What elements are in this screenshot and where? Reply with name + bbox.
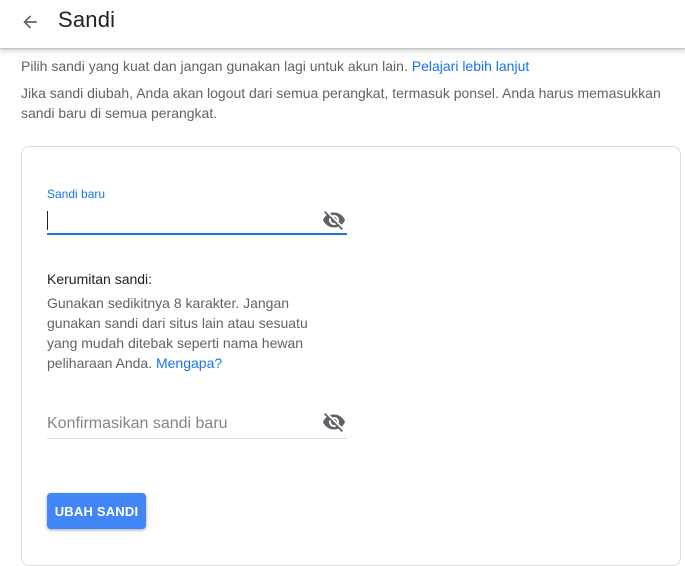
change-password-button[interactable]: UBAH SANDI — [47, 493, 146, 529]
toggle-confirm-password-visibility[interactable] — [321, 409, 347, 435]
intro-line-1-text: Pilih sandi yang kuat dan jangan gunakan… — [21, 58, 408, 74]
intro-line-2: Jika sandi diubah, Anda akan logout dari… — [21, 85, 661, 121]
visibility-off-icon — [323, 211, 345, 230]
confirm-password-placeholder: Konfirmasikan sandi baru — [47, 415, 228, 432]
password-form-card: Sandi baru Kerumitan sandi: Gunakan sedi… — [21, 146, 681, 566]
arrow-back-icon — [23, 15, 37, 29]
confirm-password-field[interactable]: Konfirmasikan sandi baru — [47, 409, 347, 439]
back-button[interactable] — [14, 6, 46, 38]
strength-description: Gunakan sedikitnya 8 karakter. Jangan gu… — [47, 293, 327, 373]
intro-line-1: Pilih sandi yang kuat dan jangan gunakan… — [21, 56, 671, 76]
intro-text: Pilih sandi yang kuat dan jangan gunakan… — [21, 56, 671, 123]
app-header: Sandi — [0, 0, 685, 48]
strength-title: Kerumitan sandi: — [47, 271, 153, 287]
page-title: Sandi — [58, 7, 116, 32]
why-link[interactable]: Mengapa? — [156, 355, 222, 371]
learn-more-link[interactable]: Pelajari lebih lanjut — [412, 58, 530, 74]
new-password-field[interactable] — [47, 205, 347, 235]
text-caret — [47, 211, 48, 230]
toggle-new-password-visibility[interactable] — [321, 207, 347, 233]
new-password-label: Sandi baru — [47, 187, 106, 201]
visibility-off-icon — [323, 413, 345, 432]
